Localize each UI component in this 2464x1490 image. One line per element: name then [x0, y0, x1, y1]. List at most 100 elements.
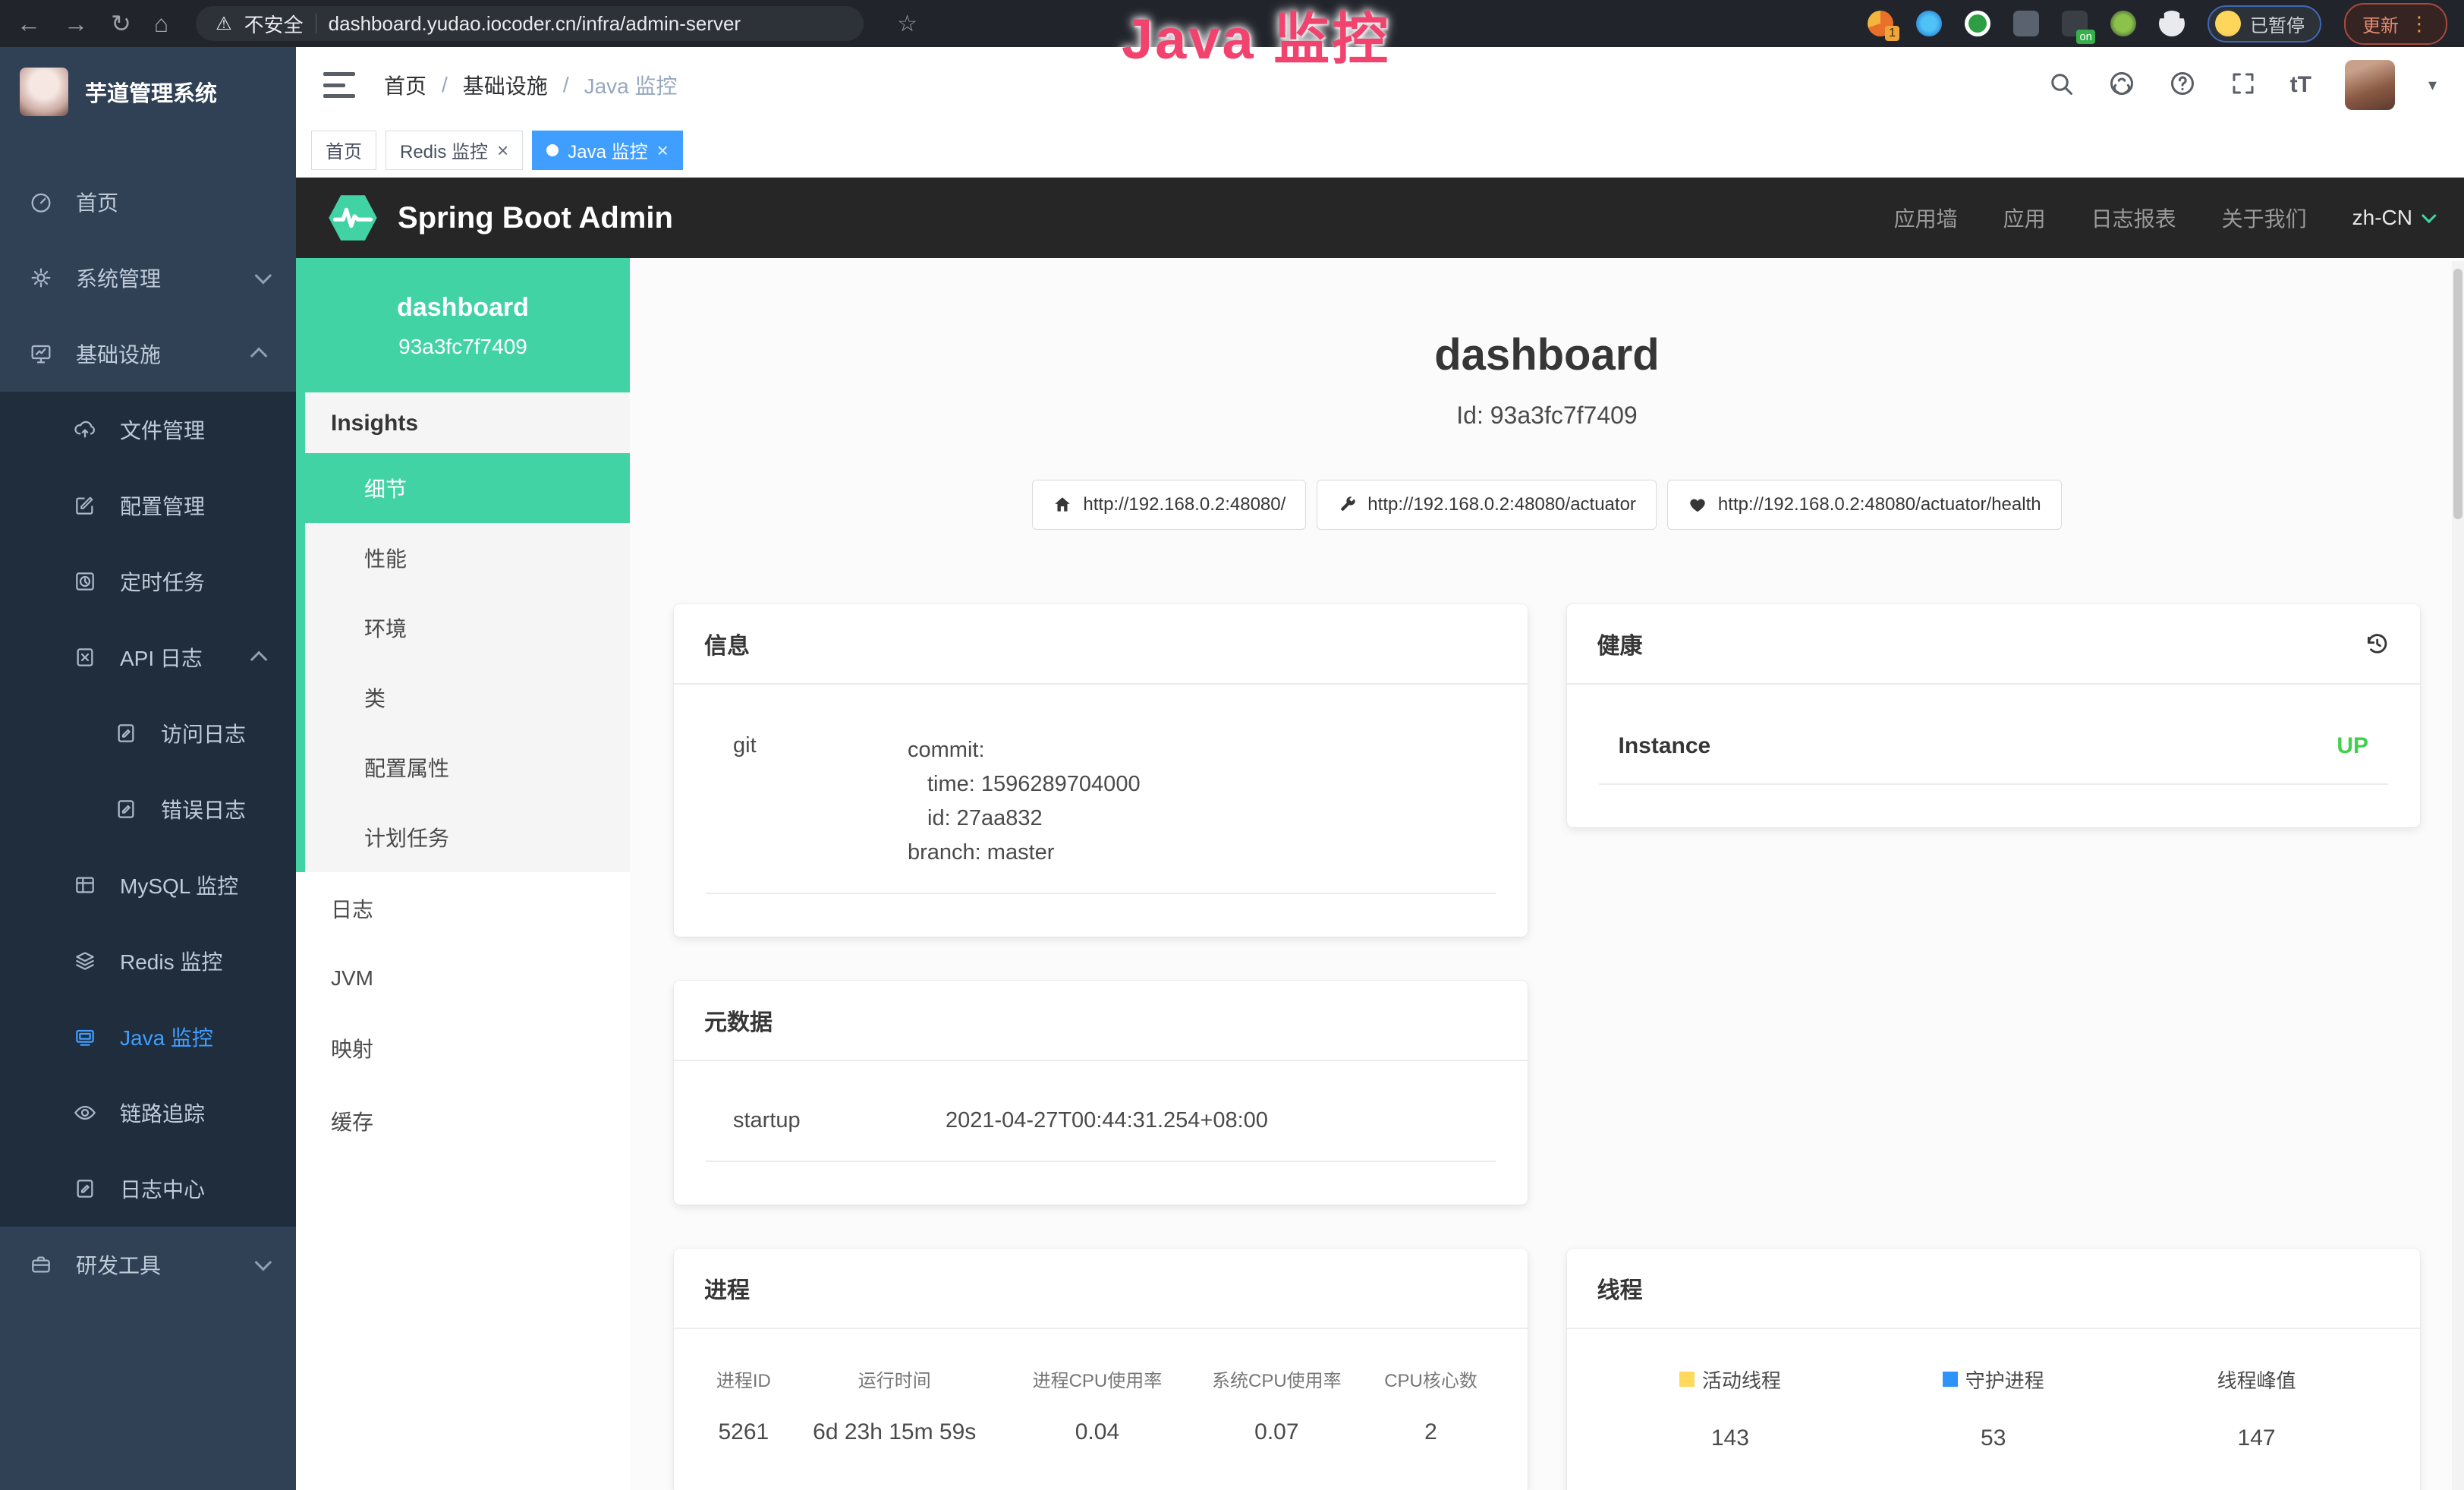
sba-menu-environment[interactable]: 环境 — [305, 593, 630, 663]
extension-check-icon[interactable] — [1965, 11, 1990, 36]
dashboard-icon — [29, 190, 53, 214]
scrollbar-thumb[interactable] — [2453, 269, 2462, 519]
app-logo-image — [20, 68, 68, 116]
sidebar-item-label: 首页 — [76, 187, 118, 217]
breadcrumb-current: Java 监控 — [584, 70, 678, 100]
sidebar-toggle-icon[interactable] — [323, 72, 355, 98]
sba-menu-details[interactable]: 细节 — [305, 453, 630, 523]
metadata-card: 元数据 startup 2021-04-27T00:44:31.254+08:0… — [674, 981, 1528, 1205]
url-text: dashboard.yudao.iocoder.cn/infra/admin-s… — [329, 12, 741, 36]
app-logo-row[interactable]: 芋道管理系统 — [0, 47, 296, 137]
sba-locale-select[interactable]: zh-CN — [2352, 206, 2432, 230]
profile-paused-chip[interactable]: 已暂停 — [2208, 5, 2321, 43]
sba-menu-classes[interactable]: 类 — [305, 663, 630, 732]
breadcrumb-home[interactable]: 首页 — [384, 70, 426, 100]
extension-puzzle-icon[interactable] — [2159, 11, 2185, 36]
screen: ← → ↻ ⌂ ⚠ 不安全 dashboard.yudao.iocoder.cn… — [0, 0, 2464, 1490]
profile-avatar-icon — [2215, 11, 2241, 36]
help-icon[interactable] — [2169, 70, 2196, 101]
tab-home[interactable]: 首页 — [311, 131, 376, 170]
tab-java-monitor[interactable]: Java 监控 × — [532, 131, 683, 170]
search-icon[interactable] — [2047, 70, 2075, 101]
sidebar-item-dev-tools[interactable]: 研发工具 — [0, 1227, 296, 1303]
info-card-title: 信息 — [704, 627, 750, 660]
sidebar-item-infrastructure[interactable]: 基础设施 — [0, 316, 296, 392]
browser-back-icon[interactable]: ← — [17, 11, 41, 36]
sba-nav-about[interactable]: 关于我们 — [2222, 203, 2307, 233]
content-scrollbar[interactable] — [2452, 261, 2464, 1490]
sidebar-item-label: 日志中心 — [120, 1173, 205, 1204]
extension-orange-icon[interactable]: 1 — [1868, 11, 1893, 36]
sba-menu-config-props[interactable]: 配置属性 — [305, 732, 630, 802]
github-icon[interactable] — [2108, 70, 2135, 101]
briefcase-icon — [29, 1252, 53, 1277]
font-size-icon[interactable]: tT — [2290, 72, 2311, 98]
sba-menu-jvm[interactable]: JVM — [296, 945, 630, 1012]
table-row: 5261 6d 23h 15m 59s 0.04 0.07 2 — [706, 1419, 1496, 1445]
sidebar-item-label: 研发工具 — [76, 1249, 161, 1280]
daemon-threads-value: 53 — [1861, 1425, 2125, 1451]
sba-menu-mappings[interactable]: 映射 — [296, 1012, 630, 1085]
fullscreen-icon[interactable] — [2230, 70, 2257, 101]
extension-switch-icon[interactable]: on — [2062, 11, 2088, 36]
sba-nav-applications[interactable]: 应用 — [2003, 203, 2046, 233]
sidebar-item-scheduled-tasks[interactable]: 定时任务 — [0, 543, 296, 619]
sidebar-item-home[interactable]: 首页 — [0, 164, 296, 240]
service-url-button[interactable]: http://192.168.0.2:48080/ — [1032, 480, 1306, 530]
home-icon — [1053, 495, 1072, 515]
sidebar-item-log-center[interactable]: 日志中心 — [0, 1151, 296, 1227]
close-icon[interactable]: × — [657, 140, 669, 160]
bookmark-star-icon[interactable]: ☆ — [897, 11, 917, 37]
health-instance-row[interactable]: Instance UP — [1599, 733, 2389, 785]
metadata-startup-value: 2021-04-27T00:44:31.254+08:00 — [946, 1104, 1268, 1138]
actuator-url-button[interactable]: http://192.168.0.2:48080/actuator — [1317, 480, 1657, 530]
sba-menu-caches[interactable]: 缓存 — [296, 1085, 630, 1158]
profile-paused-label: 已暂停 — [2250, 11, 2305, 37]
status-badge: UP — [2337, 733, 2368, 759]
chevron-down-icon — [2422, 208, 2437, 223]
close-icon[interactable]: × — [497, 140, 508, 160]
health-url-button[interactable]: http://192.168.0.2:48080/actuator/health — [1667, 480, 2062, 530]
edit-icon — [73, 493, 97, 518]
chevron-up-icon — [250, 651, 268, 669]
history-icon[interactable] — [2364, 631, 2390, 657]
sba-nav-journal[interactable]: 日志报表 — [2091, 203, 2176, 233]
browser-reload-icon[interactable]: ↻ — [111, 11, 131, 36]
sidebar-item-java-monitor[interactable]: Java 监控 — [0, 999, 296, 1075]
sidebar-item-redis-monitor[interactable]: Redis 监控 — [0, 923, 296, 999]
sidebar-item-label: 配置管理 — [120, 490, 205, 521]
timer-icon — [73, 569, 97, 594]
breadcrumb-infrastructure[interactable]: 基础设施 — [463, 70, 548, 100]
sba-menu-metrics[interactable]: 性能 — [305, 523, 630, 593]
sidebar-item-error-logs[interactable]: 错误日志 — [0, 771, 296, 847]
user-menu-caret-icon[interactable]: ▾ — [2428, 75, 2437, 95]
extension-pin-icon[interactable] — [1916, 11, 1942, 36]
sba-menu-logs[interactable]: 日志 — [296, 872, 630, 945]
log-edit-icon — [114, 721, 138, 745]
sidebar-item-mysql-monitor[interactable]: MySQL 监控 — [0, 847, 296, 923]
sidebar-item-file-management[interactable]: 文件管理 — [0, 392, 296, 468]
sidebar-item-api-logs[interactable]: API 日志 — [0, 619, 296, 695]
extension-leaf-icon[interactable] — [2110, 11, 2136, 36]
sba-nav-wallboard[interactable]: 应用墙 — [1894, 203, 1958, 233]
sidebar-item-label: 错误日志 — [161, 794, 246, 824]
user-avatar[interactable] — [2345, 60, 2395, 110]
wrench-icon — [1337, 495, 1357, 515]
browser-forward-icon[interactable]: → — [64, 11, 88, 36]
browser-menu-icon[interactable]: ⋮ — [2409, 12, 2429, 36]
sidebar-item-trace[interactable]: 链路追踪 — [0, 1075, 296, 1151]
spring-boot-admin-logo-icon[interactable] — [328, 193, 378, 243]
tab-redis-monitor[interactable]: Redis 监控 × — [385, 131, 523, 170]
browser-home-icon[interactable]: ⌂ — [154, 11, 168, 36]
instance-id: Id: 93a3fc7f7409 — [674, 402, 2420, 430]
database-table-icon — [73, 873, 97, 897]
address-bar[interactable]: ⚠ 不安全 dashboard.yudao.iocoder.cn/infra/a… — [196, 6, 864, 41]
update-browser-button[interactable]: 更新 ⋮ — [2344, 3, 2447, 45]
sidebar-item-system[interactable]: 系统管理 — [0, 240, 296, 316]
sidebar-item-access-logs[interactable]: 访问日志 — [0, 695, 296, 771]
info-git-row: git commit: time: 1596289704000 id: 27aa… — [706, 733, 1496, 894]
sba-app-header[interactable]: dashboard 93a3fc7f7409 — [296, 258, 630, 392]
sba-menu-scheduled-tasks[interactable]: 计划任务 — [305, 802, 630, 872]
sidebar-item-config-management[interactable]: 配置管理 — [0, 468, 296, 543]
extension-grid-icon[interactable] — [2013, 11, 2039, 36]
